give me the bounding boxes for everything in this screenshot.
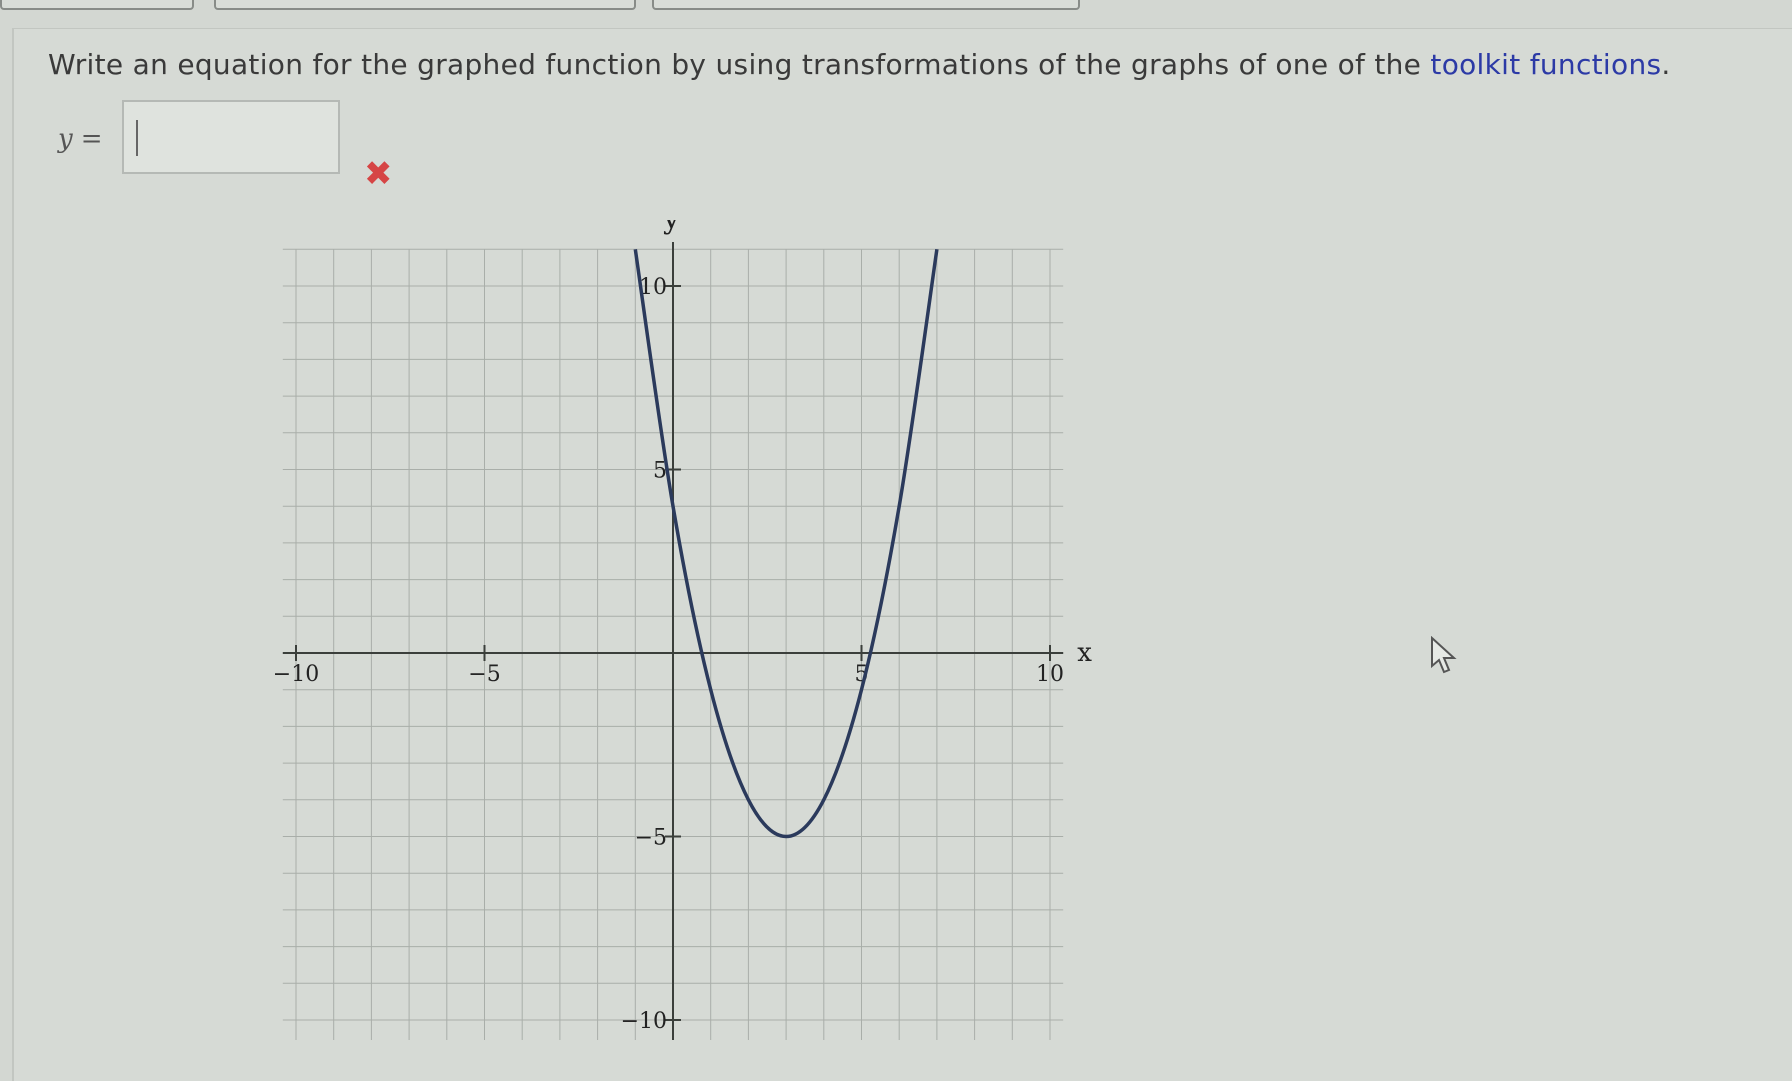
tab-next[interactable] [652, 0, 1080, 10]
y-tick-label: −5 [635, 826, 667, 851]
function-graph: −10−5510105−5−10 x y [273, 220, 1092, 1040]
question-text: Write an equation for the graphed functi… [48, 48, 1671, 81]
answer-label: y = [58, 124, 103, 154]
toolkit-functions-link[interactable]: toolkit functions [1430, 48, 1661, 81]
y-tick-label: −10 [621, 1009, 667, 1034]
axes [282, 241, 1064, 1040]
answer-variable: y [58, 124, 73, 154]
question-prompt: Write an equation for the graphed functi… [48, 48, 1431, 81]
top-tabs [0, 0, 1792, 10]
text-caret [136, 120, 138, 156]
answer-input[interactable] [122, 100, 340, 174]
x-tick-label: 10 [1036, 662, 1064, 687]
question-end: . [1661, 48, 1671, 81]
tick-labels: −10 −5 5 10105−5−10 [273, 275, 1064, 1034]
x-axis-label: x [1077, 638, 1092, 668]
x-mark-icon: ✖ [364, 154, 393, 194]
x-tick-label: −10 [273, 662, 319, 687]
x-tick-label: −5 [468, 662, 500, 687]
equals-sign: = [80, 124, 103, 154]
tab-current[interactable] [214, 0, 636, 10]
tab-previous[interactable] [0, 0, 194, 10]
mouse-cursor-icon [1431, 636, 1457, 674]
y-axis-label: y [662, 220, 680, 236]
